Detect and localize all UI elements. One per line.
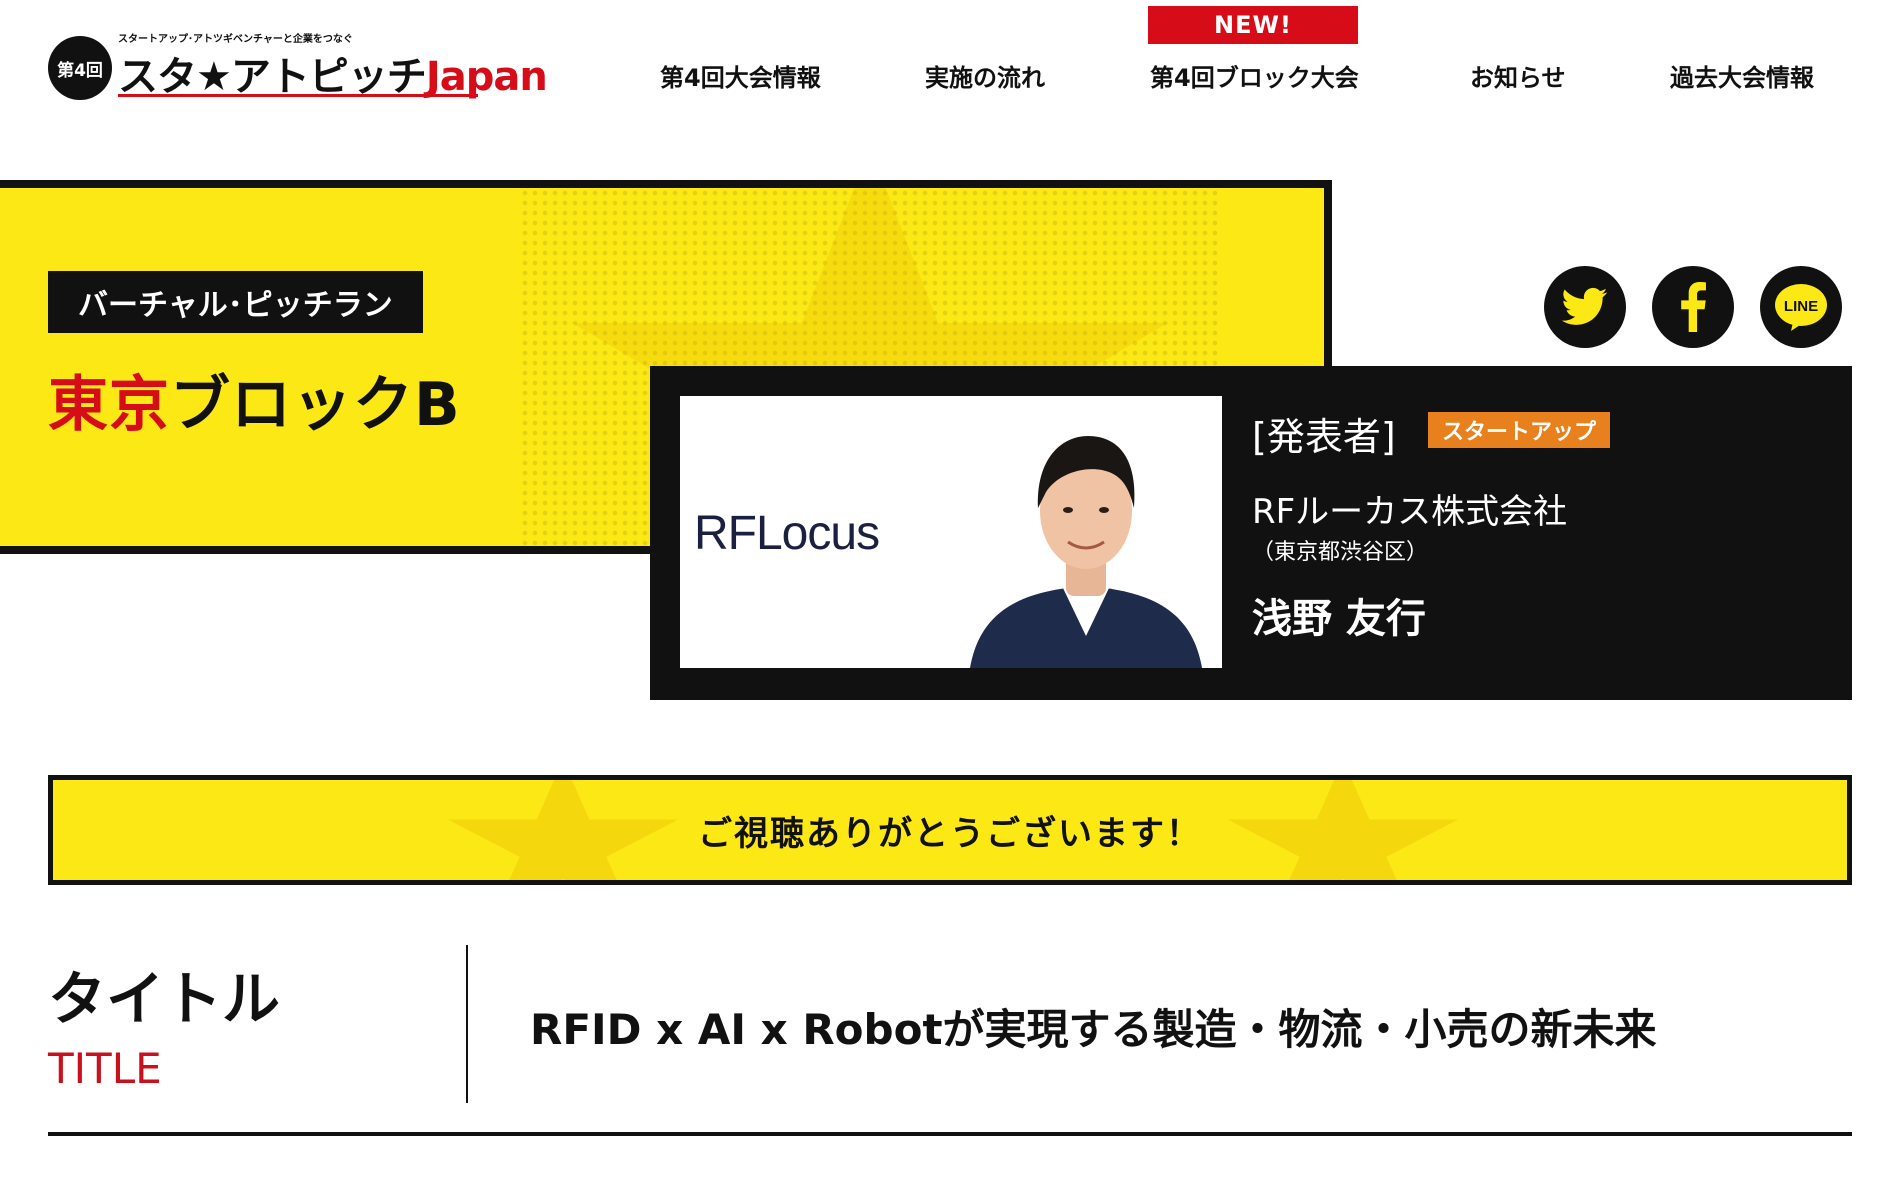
presenter-card: RFLocus [発表者] スタートアップ RFルーカス株式会社 （東京都渋谷区… (650, 366, 1852, 700)
block-title: 東京ブロックB (48, 356, 461, 443)
line-icon: LINE (1775, 284, 1827, 331)
nav-item-news[interactable]: お知らせ (1470, 58, 1566, 93)
banner-star-decoration-right (1227, 780, 1459, 880)
company-name: RFルーカス株式会社 (1252, 492, 1568, 532)
presenter-role-label: [発表者] (1252, 415, 1396, 459)
title-label-jp: タイトル (48, 965, 281, 1033)
company-location: （東京都渋谷区） (1252, 540, 1429, 565)
title-divider (466, 945, 468, 1103)
presenter-image: RFLocus (680, 396, 1222, 668)
site-header: 第4回 スタートアップ･アトツギベンチャーと企業をつなぐ スタ★アトピッチJap… (0, 0, 1894, 130)
nav-item-flow[interactable]: 実施の流れ (925, 58, 1045, 93)
presenter-name: 浅野 友行 (1252, 596, 1426, 642)
share-line-button[interactable]: LINE (1760, 266, 1842, 348)
thanks-banner: ご視聴ありがとうございます！ (48, 775, 1852, 885)
logo-underline (118, 94, 478, 97)
presenter-type-badge: スタートアップ (1428, 412, 1611, 448)
title-label-en: TITLE (48, 1044, 162, 1093)
share-twitter-button[interactable] (1544, 266, 1626, 348)
facebook-icon (1681, 282, 1706, 332)
thanks-message: ご視聴ありがとうございます！ (698, 813, 1202, 854)
company-logo: RFLocus (694, 507, 880, 560)
event-label: バーチャル･ピッチラン (48, 271, 423, 333)
banner-star-decoration-left (447, 780, 679, 880)
line-icon-text: LINE (1784, 298, 1818, 315)
twitter-icon (1562, 287, 1608, 325)
share-facebook-button[interactable] (1652, 266, 1734, 348)
block-title-rest: ブロックB (170, 370, 461, 440)
pitch-title: RFID x AI x Robotが実現する製造・物流・小売の新未来 (530, 1005, 1657, 1054)
nav-item-block-events[interactable]: 第4回ブロック大会 (1150, 58, 1359, 93)
site-logo[interactable]: 第4回 スタートアップ･アトツギベンチャーと企業をつなぐ スタ★アトピッチJap… (48, 30, 548, 100)
new-badge: NEW! (1148, 6, 1358, 44)
nav-item-past-events[interactable]: 過去大会情報 (1670, 58, 1814, 93)
section-divider (48, 1132, 1852, 1136)
logo-edition-badge: 第4回 (48, 36, 112, 100)
block-title-region: 東京 (48, 370, 170, 440)
presenter-photo (950, 396, 1222, 668)
logo-tagline: スタートアップ･アトツギベンチャーと企業をつなぐ (118, 34, 353, 45)
nav-item-event-info[interactable]: 第4回大会情報 (660, 58, 821, 93)
